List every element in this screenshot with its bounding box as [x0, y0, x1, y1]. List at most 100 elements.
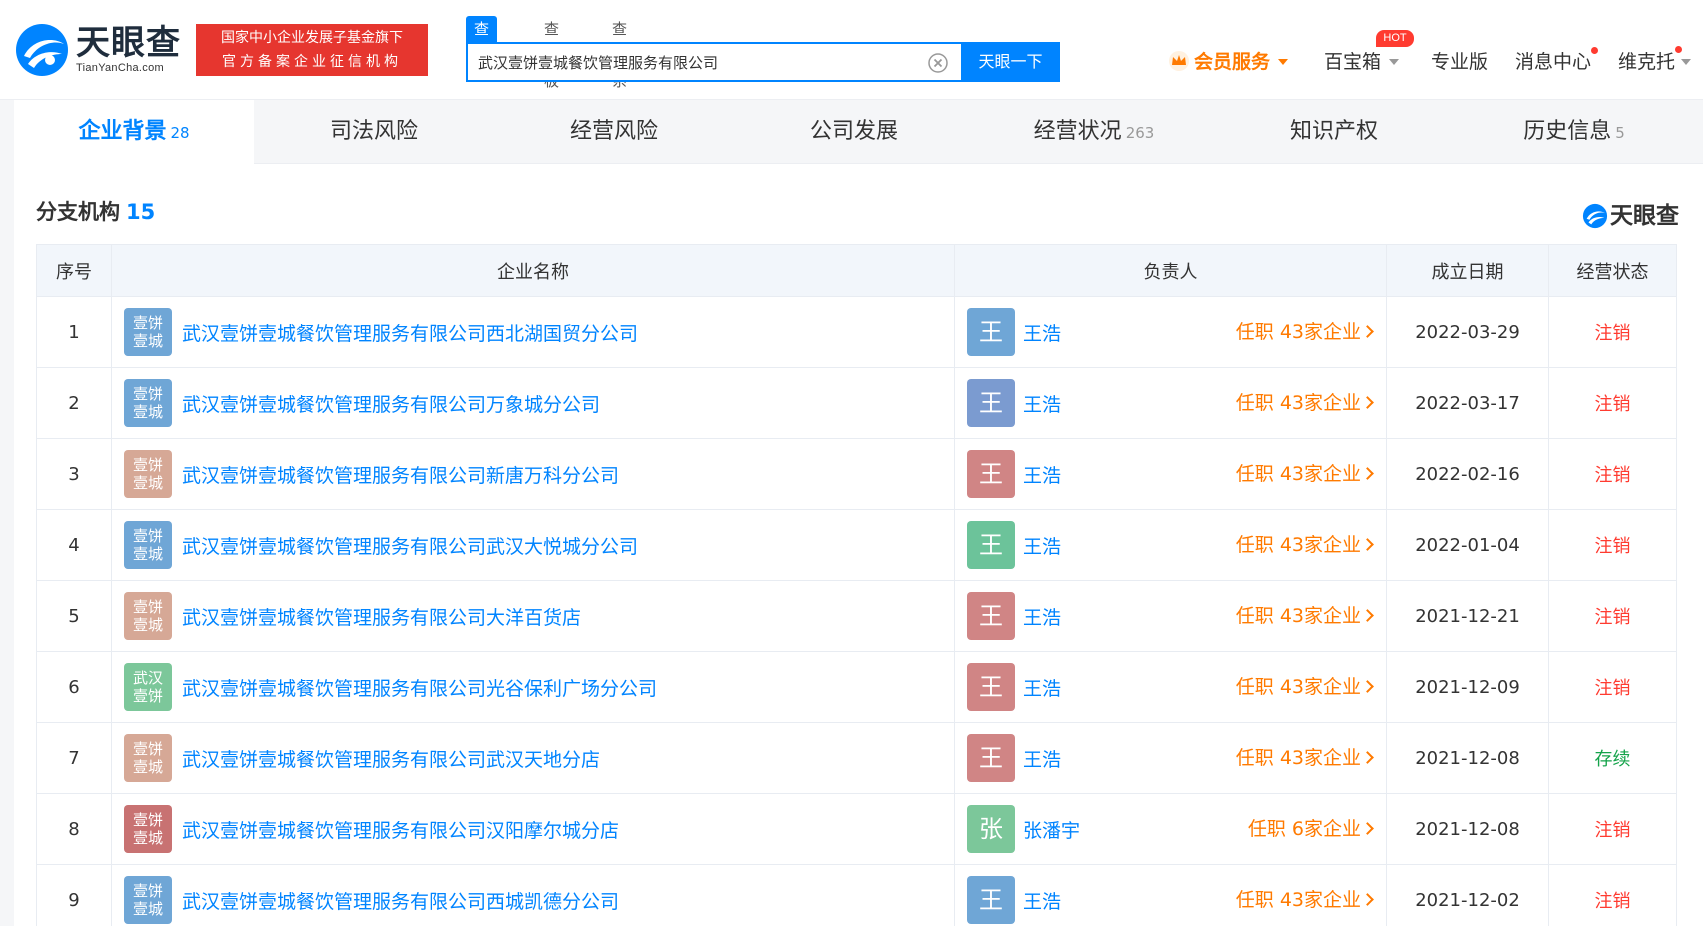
person-positions-link[interactable]: 任职 6家企业 — [1248, 794, 1374, 864]
company-logo[interactable]: 壹饼 壹城 — [124, 521, 172, 569]
person-avatar[interactable]: 王 — [967, 379, 1015, 427]
row-index: 2 — [36, 367, 112, 439]
positions-label: 任职 43家企业 — [1235, 392, 1361, 414]
search-input[interactable] — [478, 44, 918, 80]
company-logo[interactable]: 壹饼 壹城 — [124, 592, 172, 640]
person-positions-link[interactable]: 任职 43家企业 — [1236, 652, 1374, 722]
company-name-link[interactable]: 武汉壹饼壹城餐饮管理服务有限公司新唐万科分公司 — [182, 465, 619, 487]
person-name-link[interactable]: 王浩 — [1023, 536, 1061, 558]
company-name-link[interactable]: 武汉壹饼壹城餐饮管理服务有限公司西城凯德分公司 — [182, 891, 619, 913]
col-header-status: 经营状态 — [1548, 244, 1677, 297]
tab-count: 263 — [1125, 124, 1155, 142]
chevron-down-icon — [1389, 59, 1400, 65]
person-avatar[interactable]: 王 — [967, 450, 1015, 498]
tab-label: 司法风险 — [329, 119, 418, 144]
established-date: 2021-12-09 — [1386, 651, 1549, 723]
tab-search-relation[interactable]: 查关系 — [604, 16, 635, 90]
person-avatar[interactable]: 王 — [967, 521, 1015, 569]
person-positions-link[interactable]: 任职 43家企业 — [1236, 723, 1374, 793]
message-center-link[interactable]: 消息中心 — [1515, 48, 1591, 76]
hot-badge: HOT — [1376, 30, 1414, 47]
company-logo[interactable]: 壹饼 壹城 — [124, 450, 172, 498]
chevron-right-icon — [1361, 751, 1374, 764]
company-name-link[interactable]: 武汉壹饼壹城餐饮管理服务有限公司大洋百货店 — [182, 607, 581, 629]
person-positions-link[interactable]: 任职 43家企业 — [1236, 581, 1374, 651]
person-avatar[interactable]: 王 — [967, 663, 1015, 711]
tab-label: 企业背景 — [78, 119, 167, 144]
row-index: 9 — [36, 864, 112, 926]
company-name-link[interactable]: 武汉壹饼壹城餐饮管理服务有限公司西北湖国贸分公司 — [182, 323, 638, 345]
search-button[interactable]: 天眼一下 — [961, 42, 1060, 82]
certification-banner: 国家中小企业发展子基金旗下 官方备案企业征信机构 — [196, 24, 428, 76]
company-logo-line: 壹饼 — [132, 314, 163, 332]
tab-business-risk[interactable]: 经营风险 — [494, 100, 734, 164]
company-cell: 壹饼 壹城 武汉壹饼壹城餐饮管理服务有限公司大洋百货店 — [111, 580, 955, 652]
company-name-link[interactable]: 武汉壹饼壹城餐饮管理服务有限公司武汉天地分店 — [182, 749, 600, 771]
company-name-link[interactable]: 武汉壹饼壹城餐饮管理服务有限公司武汉大悦城分公司 — [182, 536, 638, 558]
tab-company-development[interactable]: 公司发展 — [734, 100, 974, 164]
person-name-link[interactable]: 王浩 — [1023, 607, 1061, 629]
table-row: 9 壹饼 壹城 武汉壹饼壹城餐饮管理服务有限公司西城凯德分公司王王浩 任职 43家企业 2… — [36, 864, 1677, 926]
company-cell: 武汉 壹饼 武汉壹饼壹城餐饮管理服务有限公司光谷保利广场分公司 — [111, 651, 955, 723]
tianyancha-logo-icon — [1582, 203, 1608, 229]
person-avatar[interactable]: 王 — [967, 734, 1015, 782]
section-title: 分支机构 15 — [36, 196, 155, 226]
company-logo[interactable]: 壹饼 壹城 — [124, 876, 172, 924]
company-logo[interactable]: 壹饼 壹城 — [124, 805, 172, 853]
company-name-link[interactable]: 武汉壹饼壹城餐饮管理服务有限公司万象城分公司 — [182, 394, 600, 416]
company-logo-line: 壹饼 — [132, 811, 163, 829]
tianyancha-watermark: 天眼查 — [1582, 196, 1679, 229]
user-unread-dot — [1675, 46, 1682, 53]
status-badge: 注销 — [1548, 438, 1677, 510]
row-index: 5 — [36, 580, 112, 652]
person-name-link[interactable]: 王浩 — [1023, 891, 1061, 913]
tab-enterprise-background[interactable]: 企业背景 28 — [14, 100, 254, 164]
established-date: 2022-02-16 — [1386, 438, 1549, 510]
person-name-link[interactable]: 王浩 — [1023, 749, 1061, 771]
tab-search-boss[interactable]: 查老板 — [536, 16, 567, 90]
clear-icon[interactable] — [928, 53, 948, 73]
tab-search-company[interactable]: 查公司 — [466, 16, 498, 90]
person-avatar[interactable]: 王 — [967, 592, 1015, 640]
established-date: 2021-12-21 — [1386, 580, 1549, 652]
person-positions-link[interactable]: 任职 43家企业 — [1236, 297, 1374, 367]
person-name-link[interactable]: 张潘宇 — [1023, 820, 1080, 842]
pro-edition-link[interactable]: 专业版 — [1431, 48, 1488, 76]
person-positions-link[interactable]: 任职 43家企业 — [1236, 865, 1374, 926]
company-logo[interactable]: 壹饼 壹城 — [124, 308, 172, 356]
status-badge: 存续 — [1548, 722, 1677, 794]
vip-service-menu[interactable]: 会员服务 — [1168, 48, 1289, 76]
person-name-link[interactable]: 王浩 — [1023, 678, 1061, 700]
tab-operating-status[interactable]: 经营状况 263 — [974, 100, 1214, 164]
person-positions-link[interactable]: 任职 43家企业 — [1236, 510, 1374, 580]
tianyancha-logo-icon — [16, 24, 68, 76]
table-row: 5 壹饼 壹城 武汉壹饼壹城餐饮管理服务有限公司大洋百货店王王浩 任职 43家企业 202… — [36, 580, 1677, 652]
tab-intellectual-property[interactable]: 知识产权 — [1214, 100, 1454, 164]
treasure-box-menu[interactable]: 百宝箱 — [1324, 48, 1400, 76]
tab-label: 公司发展 — [809, 119, 898, 144]
person-name-link[interactable]: 王浩 — [1023, 465, 1061, 487]
company-logo[interactable]: 壹饼 壹城 — [124, 734, 172, 782]
person-cell: 王王浩 任职 43家企业 — [954, 651, 1387, 723]
person-avatar[interactable]: 王 — [967, 876, 1015, 924]
tab-history-info[interactable]: 历史信息 5 — [1454, 100, 1694, 164]
person-avatar[interactable]: 王 — [967, 308, 1015, 356]
vip-service-label: 会员服务 — [1194, 51, 1271, 73]
person-name-link[interactable]: 王浩 — [1023, 394, 1061, 416]
company-cell: 壹饼 壹城 武汉壹饼壹城餐饮管理服务有限公司西城凯德分公司 — [111, 864, 955, 926]
company-name-link[interactable]: 武汉壹饼壹城餐饮管理服务有限公司汉阳摩尔城分店 — [182, 820, 619, 842]
person-avatar[interactable]: 张 — [967, 805, 1015, 853]
row-index: 4 — [36, 509, 112, 581]
row-index: 7 — [36, 722, 112, 794]
person-positions-link[interactable]: 任职 43家企业 — [1235, 368, 1374, 438]
tianyancha-logo[interactable]: 天眼查 TianYanCha.com — [14, 22, 184, 78]
person-positions-link[interactable]: 任职 43家企业 — [1236, 439, 1374, 509]
company-logo[interactable]: 武汉 壹饼 — [124, 663, 172, 711]
person-name-link[interactable]: 王浩 — [1023, 323, 1061, 345]
tab-label: 知识产权 — [1289, 119, 1378, 144]
tab-judicial-risk[interactable]: 司法风险 — [254, 100, 494, 164]
company-name-link[interactable]: 武汉壹饼壹城餐饮管理服务有限公司光谷保利广场分公司 — [182, 678, 657, 700]
chevron-right-icon — [1361, 680, 1374, 693]
status-badge: 注销 — [1548, 367, 1677, 439]
company-logo[interactable]: 壹饼 壹城 — [124, 379, 172, 427]
